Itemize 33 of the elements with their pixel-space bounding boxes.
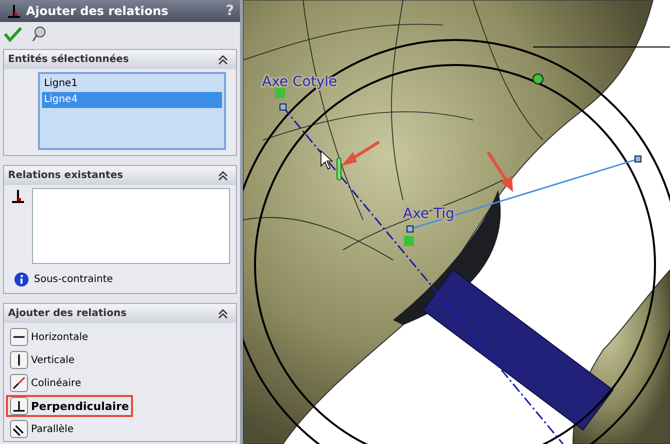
- cursor-icon: [320, 150, 334, 170]
- help-button[interactable]: ?: [226, 3, 234, 19]
- panel-title: Ajouter des relations: [26, 4, 170, 18]
- list-item[interactable]: Ligne1: [42, 76, 222, 92]
- selection-marker: [336, 158, 342, 180]
- section-title: Ajouter des relations: [8, 308, 127, 319]
- perpendicular-icon: [10, 188, 26, 204]
- arrow-annotation: [486, 151, 513, 192]
- relation-option[interactable]: Verticale: [6, 349, 79, 371]
- collapse-icon[interactable]: [218, 54, 228, 64]
- perpendicular-icon: [10, 397, 28, 415]
- collapse-icon[interactable]: [218, 170, 228, 180]
- collinear-icon: [10, 374, 28, 392]
- endpoint-handle[interactable]: [406, 226, 414, 232]
- endpoint-handle[interactable]: [634, 156, 642, 162]
- relation-option[interactable]: Parallèle: [6, 418, 78, 440]
- arrow-annotation: [341, 140, 380, 166]
- relation-option[interactable]: Perpendiculaire: [6, 395, 133, 417]
- checkmark-icon[interactable]: [4, 26, 22, 42]
- info-icon: [14, 272, 29, 287]
- point-marker: [404, 236, 414, 246]
- horizontal-icon: [10, 328, 28, 346]
- section-title: Relations existantes: [8, 170, 124, 181]
- section-title: Entités sélectionnées: [8, 54, 129, 65]
- vertical-icon: [10, 351, 28, 369]
- collapse-icon[interactable]: [218, 308, 228, 318]
- status-text: Sous-contrainte: [34, 274, 113, 285]
- perpendicular-icon: [6, 3, 22, 19]
- relation-option[interactable]: Colinéaire: [6, 372, 86, 394]
- point-marker: [275, 88, 285, 98]
- relation-option[interactable]: Horizontale: [6, 326, 92, 348]
- endpoint-handle[interactable]: [280, 104, 286, 110]
- parallel-icon: [10, 420, 28, 438]
